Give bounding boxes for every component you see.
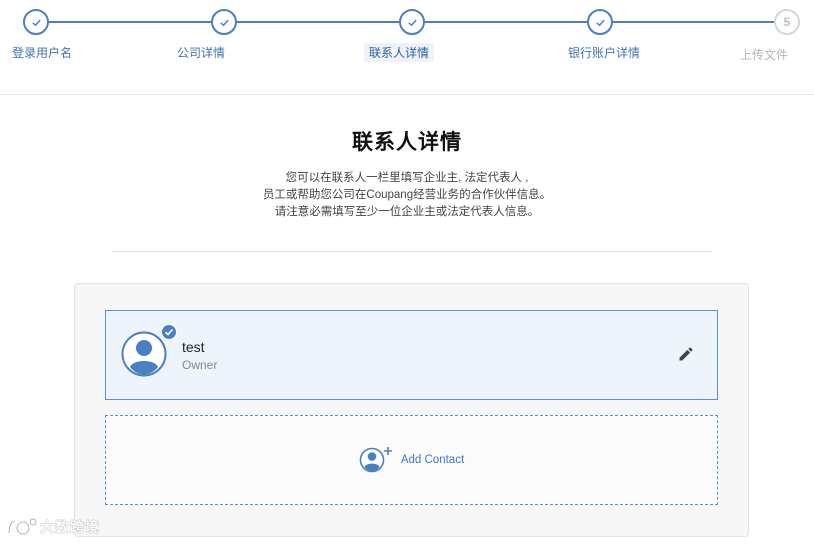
step-2-check-icon[interactable] bbox=[211, 9, 237, 35]
step-4-check-icon[interactable] bbox=[587, 9, 613, 35]
pencil-icon[interactable] bbox=[677, 345, 695, 363]
add-user-icon bbox=[359, 447, 392, 473]
contact-name: test bbox=[182, 339, 205, 355]
step-1-check-icon[interactable] bbox=[23, 9, 49, 35]
progress-stepper: 5 登录用户名 公司详情 联系人详情 银行账户详情 上传文件 bbox=[0, 0, 814, 95]
step-label-contacts[interactable]: 联系人详情 bbox=[363, 43, 435, 62]
step-label-bank[interactable]: 银行账户详情 bbox=[563, 43, 645, 62]
add-contact-content: Add Contact bbox=[359, 445, 464, 475]
step-3-check-icon[interactable] bbox=[399, 9, 425, 35]
contact-card[interactable]: test Owner bbox=[105, 310, 718, 400]
divider bbox=[112, 251, 712, 252]
contact-role: Owner bbox=[182, 358, 218, 372]
watermark-logo-icon bbox=[7, 518, 37, 536]
watermark: 大数跨境 bbox=[6, 516, 100, 538]
step-connector bbox=[237, 21, 399, 23]
page-title: 联系人详情 bbox=[352, 131, 462, 154]
watermark-text: 大数跨境 bbox=[40, 519, 100, 535]
step-label-company[interactable]: 公司详情 bbox=[172, 43, 230, 62]
step-connector bbox=[613, 21, 774, 23]
description-line: 您可以在联系人一栏里填写企业主, 法定代表人 , bbox=[285, 172, 529, 184]
verified-check-icon bbox=[161, 324, 177, 340]
description-line: 请注意必需填写至少一位企业主或法定代表人信息。 bbox=[274, 206, 540, 218]
step-5-number: 5 bbox=[774, 9, 800, 35]
step-label-login[interactable]: 登录用户名 bbox=[7, 43, 77, 62]
add-contact-label: Add Contact bbox=[400, 454, 465, 466]
page-description: 您可以在联系人一栏里填写企业主, 法定代表人 , 员工或帮助您公司在Coupan… bbox=[0, 170, 814, 221]
step-connector bbox=[425, 21, 587, 23]
description-line: 员工或帮助您公司在Coupang经营业务的合作伙伴信息。 bbox=[262, 189, 552, 201]
add-contact-button[interactable]: Add Contact bbox=[105, 415, 718, 505]
step-label-upload: 上传文件 bbox=[739, 48, 789, 62]
step-connector bbox=[49, 21, 211, 23]
